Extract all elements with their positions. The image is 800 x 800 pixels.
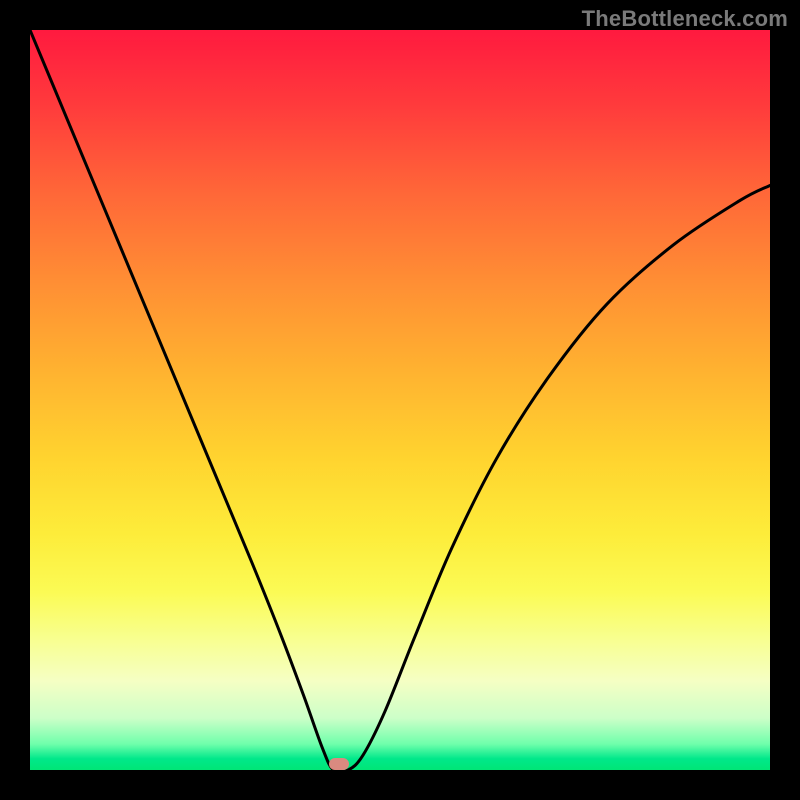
optimum-marker xyxy=(329,758,349,770)
bottleneck-curve xyxy=(30,30,770,770)
chart-frame: TheBottleneck.com xyxy=(0,0,800,800)
curve-svg xyxy=(30,30,770,770)
plot-area xyxy=(30,30,770,770)
watermark-text: TheBottleneck.com xyxy=(582,6,788,32)
